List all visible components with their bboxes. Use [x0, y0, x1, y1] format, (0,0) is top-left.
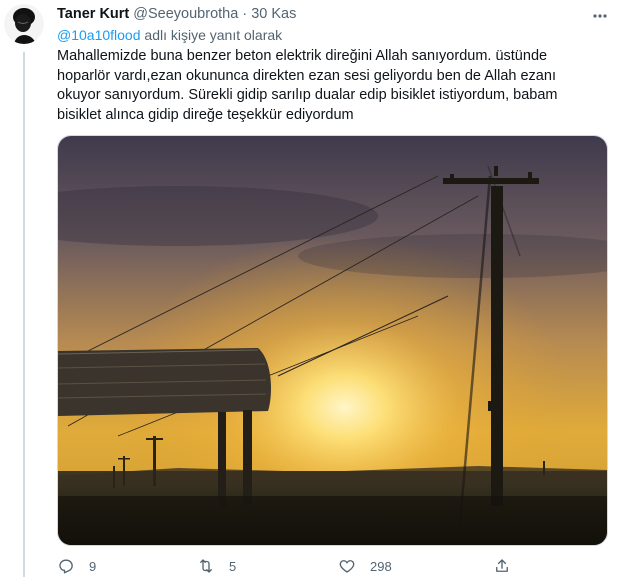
share-icon — [496, 559, 508, 572]
author-handle[interactable]: @Seeyoubrotha — [133, 6, 238, 22]
more-dots-icon[interactable] — [592, 8, 608, 24]
reply-context: @10a10flood adlı kişiye yanıt olarak — [57, 26, 282, 44]
reply-context-label: adlı kişiye yanıt olarak — [144, 27, 283, 43]
like-count: 298 — [370, 558, 392, 574]
like-icon — [339, 560, 355, 573]
tweet-timestamp[interactable]: 30 Kas — [251, 6, 296, 22]
like-button[interactable]: 298 — [338, 556, 392, 576]
header-separator: · — [242, 6, 248, 22]
thread-connector-line — [23, 52, 25, 577]
tweet-actions: 9 5 298 — [57, 556, 617, 576]
reply-button[interactable]: 9 — [57, 556, 96, 576]
retweet-count: 5 — [229, 558, 237, 574]
share-button[interactable] — [493, 556, 511, 576]
reply-icon — [59, 559, 73, 574]
retweet-button[interactable]: 5 — [197, 556, 236, 576]
retweet-icon — [200, 559, 212, 573]
tweet-text: Mahallemizde buna benzer beton elektrik … — [57, 48, 558, 123]
reply-mention-link[interactable]: @10a10flood — [57, 27, 141, 43]
author-name[interactable]: Taner Kurt — [57, 6, 129, 22]
author-avatar[interactable] — [4, 4, 44, 44]
tweet-header: Taner Kurt @Seeyoubrotha · 30 Kas — [57, 5, 296, 23]
tweet-photo[interactable] — [57, 135, 608, 546]
reply-count: 9 — [89, 558, 97, 574]
